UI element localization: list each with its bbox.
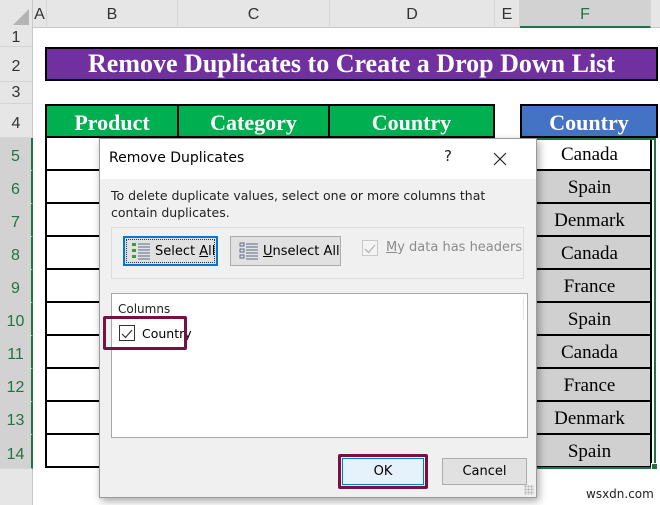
accelerator-key: U: [263, 243, 273, 259]
country-list-cell[interactable]: Spain: [527, 303, 652, 336]
row-header-1[interactable]: 1: [0, 28, 33, 47]
column-item-label: Country: [142, 326, 192, 341]
country-list-cell[interactable]: Canada: [527, 336, 652, 369]
country-list-cell[interactable]: Canada: [527, 138, 652, 171]
label-part: nselect All: [272, 243, 340, 259]
unselect-all-button[interactable]: Unselect All: [230, 236, 341, 266]
country-list-cell[interactable]: France: [527, 270, 652, 303]
remove-duplicates-dialog: Remove Duplicates ? To delete duplicate …: [99, 138, 537, 498]
ok-button[interactable]: OK: [342, 458, 424, 485]
select-all-triangle-icon: [13, 9, 29, 25]
header-country-list[interactable]: Country: [520, 104, 658, 138]
watermark: wsxdn.com: [586, 487, 654, 501]
row-header-11[interactable]: 11: [0, 336, 33, 369]
column-item-country[interactable]: Country: [116, 320, 192, 348]
checkmark-icon: [121, 329, 133, 339]
row-header-2[interactable]: 2: [0, 47, 33, 82]
row-header-10[interactable]: 10: [0, 303, 33, 336]
close-icon: [493, 152, 507, 166]
row-header-6[interactable]: 6: [0, 171, 33, 204]
header-country[interactable]: Country: [328, 104, 495, 138]
header-product[interactable]: Product: [45, 104, 179, 138]
columns-label: Columns: [118, 302, 171, 316]
select-all-button[interactable]: Select All: [123, 236, 218, 266]
label-part: y data has headers: [397, 240, 523, 255]
resize-grip-icon[interactable]: [524, 485, 534, 495]
row-header-3[interactable]: 3: [0, 82, 33, 104]
country-list-cell[interactable]: Spain: [527, 171, 652, 204]
row-header-4[interactable]: 4: [0, 104, 33, 138]
row-header-7[interactable]: 7: [0, 204, 33, 237]
column-checkbox-country[interactable]: [119, 325, 135, 341]
column-header-f[interactable]: F: [520, 0, 651, 28]
row-header-9[interactable]: 9: [0, 270, 33, 303]
close-button[interactable]: [488, 147, 512, 171]
dialog-title: Remove Duplicates: [109, 150, 245, 166]
column-header-c[interactable]: C: [178, 0, 330, 28]
help-button[interactable]: ?: [438, 147, 458, 171]
dialog-titlebar[interactable]: Remove Duplicates ?: [100, 139, 536, 179]
row-header-14[interactable]: 14: [0, 435, 33, 469]
row-header-5[interactable]: 5: [0, 138, 33, 171]
checkmark-icon: [364, 244, 376, 254]
country-list-cell[interactable]: France: [527, 369, 652, 402]
country-list-cell[interactable]: Canada: [527, 237, 652, 270]
column-header-bar: A B C D E F: [0, 0, 660, 28]
row-header-empty: [0, 469, 33, 505]
country-list-cell[interactable]: Denmark: [527, 402, 652, 435]
country-list-cell[interactable]: Spain: [527, 435, 652, 468]
dialog-description: To delete duplicate values, select one o…: [111, 188, 486, 220]
select-all-corner[interactable]: [0, 0, 33, 28]
column-header-d[interactable]: D: [330, 0, 495, 28]
country-list-cell[interactable]: Denmark: [527, 204, 652, 237]
row-number: 2: [11, 58, 21, 75]
fill-handle[interactable]: [651, 463, 658, 470]
row-number: 1: [11, 29, 21, 46]
options-group: Select All Unselect All My data has head…: [111, 227, 524, 279]
row-number: 3: [11, 84, 21, 101]
sheet-title[interactable]: Remove Duplicates to Create a Drop Down …: [45, 47, 658, 81]
unselect-all-label: Unselect All: [263, 244, 340, 259]
header-category[interactable]: Category: [177, 104, 330, 138]
column-header-e[interactable]: E: [495, 0, 520, 28]
my-data-has-headers-checkbox[interactable]: [362, 240, 378, 256]
row-header-8[interactable]: 8: [0, 237, 33, 270]
focus-ring: [126, 239, 215, 263]
accelerator-key: M: [386, 240, 398, 255]
column-header-a[interactable]: A: [33, 0, 47, 28]
row-header-12[interactable]: 12: [0, 369, 33, 402]
column-header-b[interactable]: B: [47, 0, 178, 28]
columns-listbox[interactable]: Columns Country: [111, 293, 528, 438]
cancel-button[interactable]: Cancel: [442, 458, 527, 485]
my-data-has-headers-label[interactable]: My data has headers: [386, 240, 522, 255]
list-icon: [239, 242, 258, 260]
row-header-13[interactable]: 13: [0, 402, 33, 435]
listbox-divider: [523, 298, 524, 320]
